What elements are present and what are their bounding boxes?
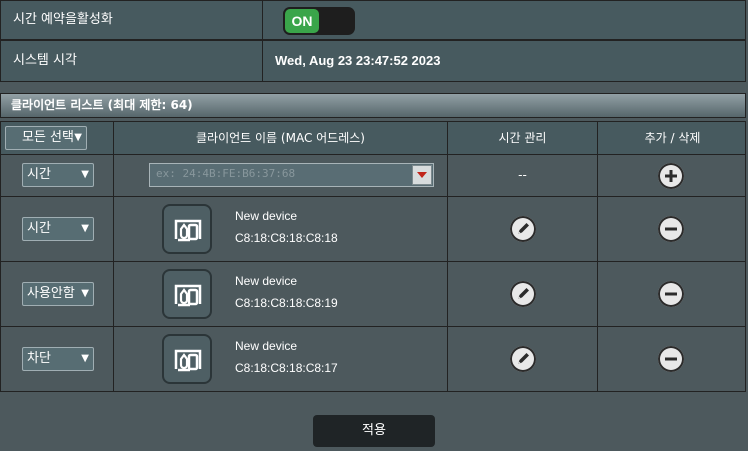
delete-button[interactable]: [658, 216, 684, 242]
device-mac: C8:18:C8:18:C8:17: [235, 361, 338, 375]
schedule-toggle[interactable]: ON: [283, 7, 355, 35]
add-button[interactable]: [658, 163, 684, 189]
device-mac: C8:18:C8:18:C8:19: [235, 296, 338, 310]
edit-schedule-button[interactable]: [510, 281, 536, 307]
schedule-label: 시간 예약을활성화: [1, 1, 263, 39]
device-name: New device: [235, 274, 298, 288]
delete-button[interactable]: [658, 346, 684, 372]
schedule-row: 시간 예약을활성화: [0, 0, 746, 40]
system-time-row: 시스템 시각 Wed, Aug 23 23:47:52 2023: [0, 40, 746, 82]
device-name: New device: [235, 339, 298, 353]
time-management-header: 시간 관리: [448, 122, 598, 154]
device-mode-select[interactable]: 차단 ▼: [22, 347, 94, 371]
select-all-cell: 모든 선택 ▼: [1, 122, 114, 154]
mac-address-placeholder: ex: 24:4B:FE:B6:37:68: [156, 167, 296, 180]
add-delete-header: 추가 / 삭제: [644, 131, 701, 145]
new-entry-time-management: --: [448, 155, 598, 196]
new-entry-row: 시간 ▼ ex: 24:4B:FE:B6:37:68 --: [0, 155, 746, 197]
device-icon: [162, 269, 212, 319]
device-mode-label: 시간: [27, 221, 51, 236]
system-time-value: Wed, Aug 23 23:47:52 2023: [275, 53, 441, 68]
edit-schedule-button[interactable]: [510, 216, 536, 242]
device-mode-select[interactable]: 사용안함 ▼: [22, 282, 94, 306]
chevron-down-icon: ▼: [81, 223, 89, 234]
mac-address-input[interactable]: ex: 24:4B:FE:B6:37:68: [149, 163, 434, 187]
chevron-down-icon: ▼: [81, 288, 89, 299]
minus-circle-icon: [665, 357, 677, 361]
pencil-circle-icon: [518, 353, 529, 364]
device-mode-select[interactable]: 시간 ▼: [22, 217, 94, 241]
table-row: 시간 ▼ New device C8:18:C8:18:C8:18: [0, 197, 746, 262]
device-mode-label: 차단: [27, 351, 51, 366]
chevron-down-icon: ▼: [81, 353, 89, 364]
mac-dropdown-button[interactable]: [412, 165, 432, 185]
system-time-label: 시스템 시각: [1, 41, 263, 81]
table-header: 모든 선택 ▼ 클라이언트 이름 (MAC 어드레스) 시간 관리 추가 / 삭…: [0, 121, 746, 155]
apply-button[interactable]: 적용: [313, 415, 435, 447]
pencil-circle-icon: [518, 223, 529, 234]
pencil-circle-icon: [518, 288, 529, 299]
plus-circle-icon: [665, 170, 677, 182]
chevron-down-icon: ▼: [74, 132, 82, 143]
edit-schedule-button[interactable]: [510, 346, 536, 372]
minus-circle-icon: [665, 292, 677, 296]
select-all-dropdown[interactable]: 모든 선택 ▼: [5, 126, 87, 150]
client-list-title: 클라이언트 리스트 (최대 제한: 64): [0, 93, 746, 118]
table-row: 차단 ▼ New device C8:18:C8:18:C8:17: [0, 327, 746, 392]
minus-circle-icon: [665, 227, 677, 231]
device-icon: [162, 204, 212, 254]
table-row: 사용안함 ▼ New device C8:18:C8:18:C8:19: [0, 262, 746, 327]
delete-button[interactable]: [658, 281, 684, 307]
device-name: New device: [235, 209, 298, 223]
client-name-header: 클라이언트 이름 (MAC 어드레스): [114, 122, 448, 154]
select-all-label: 모든 선택: [22, 130, 74, 145]
device-mode-label: 사용안함: [27, 286, 75, 301]
device-mac: C8:18:C8:18:C8:18: [235, 231, 338, 245]
toggle-on-label: ON: [285, 9, 319, 33]
device-icon: [162, 334, 212, 384]
